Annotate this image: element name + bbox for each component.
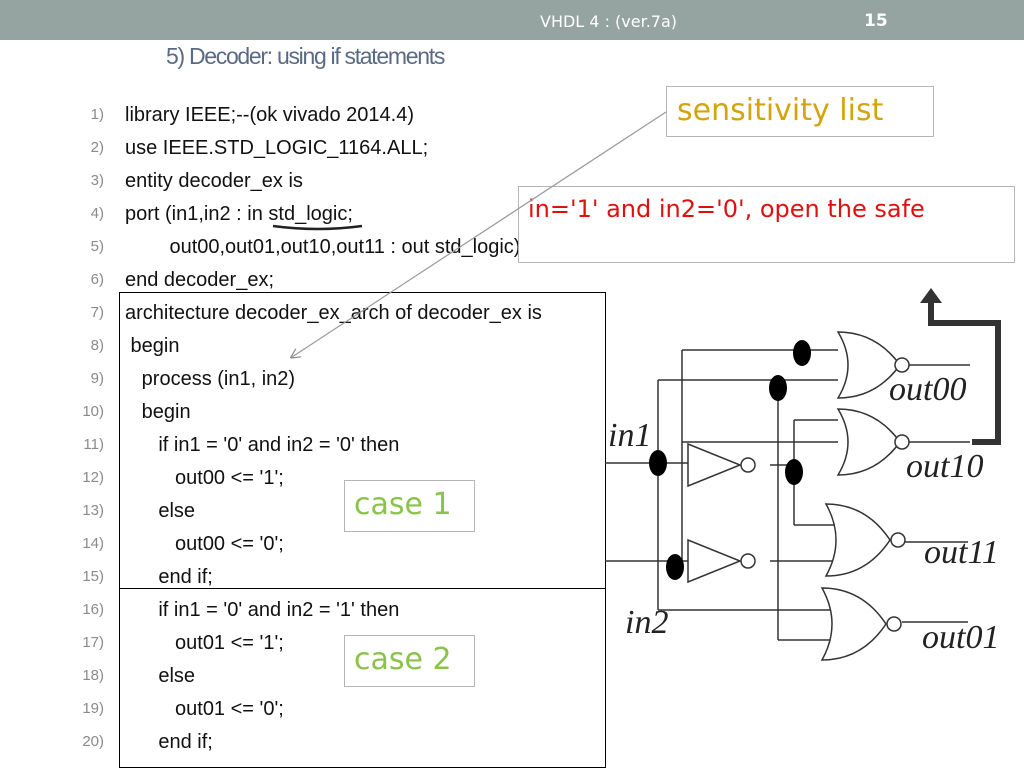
nor-gate [824,503,906,577]
label-in1: in1 [608,417,651,454]
label-in2: in2 [625,604,668,641]
nor-gate [820,587,902,661]
arrow-up-icon [920,288,942,303]
circuit-labels: in1 in2 out00 out10 out11 out01 [608,371,999,656]
label-out11: out11 [924,534,999,571]
junction-dots [649,340,811,580]
std-logic-underline [272,224,363,231]
label-out00: out00 [889,371,966,408]
not-gate [687,538,756,584]
label-out01: out01 [922,619,999,656]
label-out10: out10 [906,448,983,485]
sensitivity-arrow [292,111,667,357]
circuit-diagram: in1 in2 out00 out10 out11 out01 [272,111,1001,661]
not-gate [687,442,756,488]
nor-gate [836,408,910,476]
